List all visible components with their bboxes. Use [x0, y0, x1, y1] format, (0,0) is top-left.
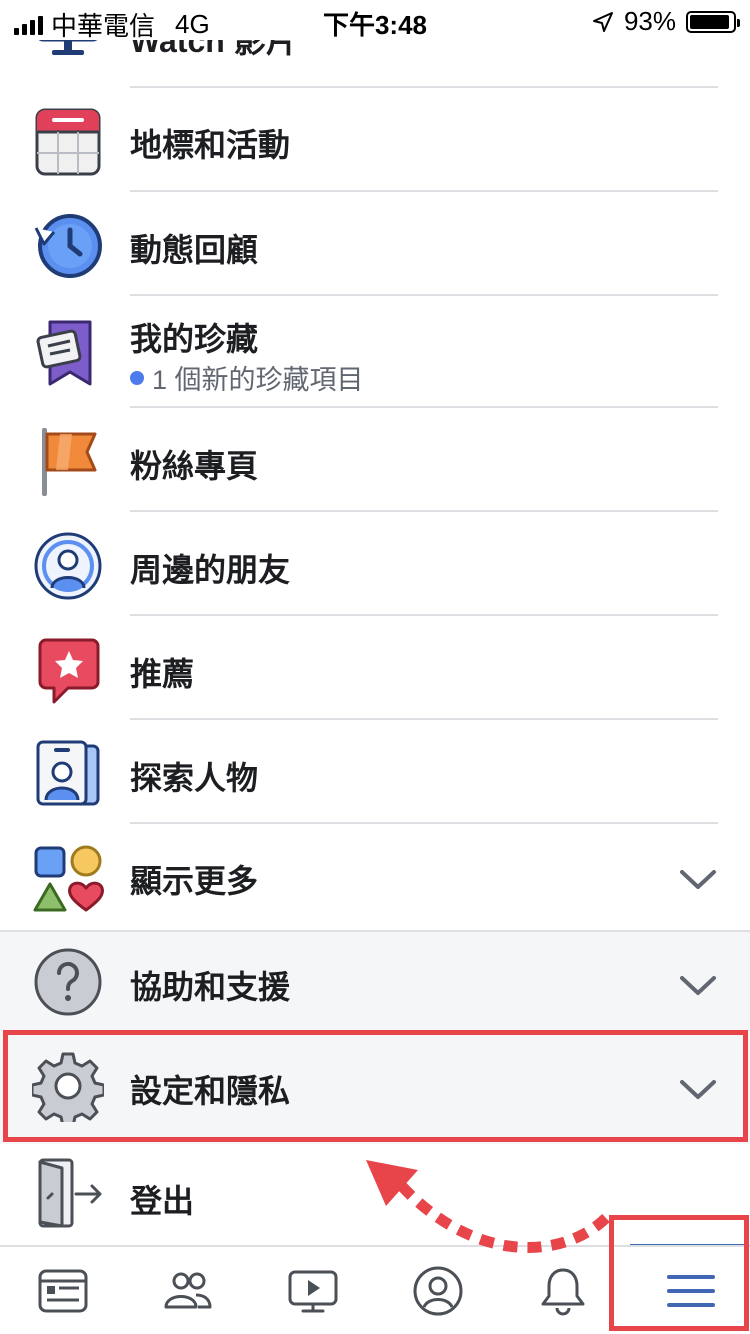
- tab-watch[interactable]: [250, 1247, 375, 1334]
- saved-new-items-text: 1 個新的珍藏項目: [152, 365, 364, 395]
- menu-item-label: 登出: [130, 1183, 195, 1219]
- id-card-icon: [36, 740, 100, 806]
- calendar-icon: [35, 108, 101, 176]
- logout-door-icon: [38, 1158, 102, 1228]
- bookmark-icon: [36, 320, 92, 386]
- menu-item-label: 顯示更多: [130, 863, 259, 899]
- menu-item-label: 協助和支援: [130, 969, 291, 1005]
- tab-news-feed[interactable]: [0, 1247, 125, 1334]
- battery-icon: [686, 10, 740, 33]
- tab-friends[interactable]: [125, 1247, 250, 1334]
- menu-item-label: 動態回顧: [130, 232, 259, 268]
- menu-item-events[interactable]: 地標和活動: [0, 88, 750, 192]
- question-icon: [34, 948, 102, 1016]
- flag-icon: [42, 428, 97, 496]
- menu-item-label: 我的珍藏: [130, 321, 259, 357]
- status-bar: 中華電信 4G 下午3:48 93%: [0, 0, 750, 41]
- chevron-down-icon[interactable]: [678, 860, 718, 900]
- menu-item-nearby-friends[interactable]: 周邊的朋友: [0, 512, 750, 616]
- new-item-dot: [130, 370, 144, 385]
- notifications-icon: [541, 1268, 585, 1316]
- menu-item-pages[interactable]: 粉絲專頁: [0, 408, 750, 512]
- menu-item-memories[interactable]: 動態回顧: [0, 192, 750, 296]
- menu-item-label: 探索人物: [130, 760, 259, 796]
- battery-percent: 93%: [623, 6, 676, 36]
- star-bubble-icon: [38, 638, 100, 704]
- clock-history-icon: [34, 214, 102, 278]
- tab-notifications[interactable]: [500, 1247, 625, 1334]
- location-arrow-icon: [592, 11, 613, 32]
- menu-tab-highlight-box: [609, 1215, 749, 1331]
- menu-item-see-more[interactable]: 顯示更多: [0, 824, 750, 930]
- saved-new-items-note: 1 個新的珍藏項目: [130, 358, 364, 397]
- menu-item-recommendations[interactable]: 推薦: [0, 616, 750, 720]
- menu-item-find-people[interactable]: 探索人物: [0, 720, 750, 824]
- tab-profile[interactable]: [375, 1247, 500, 1334]
- news-feed-icon: [38, 1269, 88, 1313]
- nearby-friends-icon: [34, 532, 102, 600]
- menu-item-label: 地標和活動: [130, 127, 291, 163]
- profile-icon: [413, 1266, 463, 1316]
- settings-highlight-box: [3, 1030, 748, 1142]
- menu-item-saved[interactable]: 我的珍藏 1 個新的珍藏項目: [0, 296, 750, 408]
- menu-item-help-support[interactable]: 協助和支援: [0, 930, 750, 1034]
- menu-item-label: 推薦: [130, 656, 195, 692]
- watch-icon: [288, 1270, 338, 1313]
- menu-item-label: 粉絲專頁: [130, 448, 259, 484]
- menu-item-label: 周邊的朋友: [130, 552, 291, 588]
- friends-icon: [164, 1272, 212, 1309]
- chevron-down-icon[interactable]: [678, 966, 718, 1006]
- shapes-icon: [33, 845, 104, 912]
